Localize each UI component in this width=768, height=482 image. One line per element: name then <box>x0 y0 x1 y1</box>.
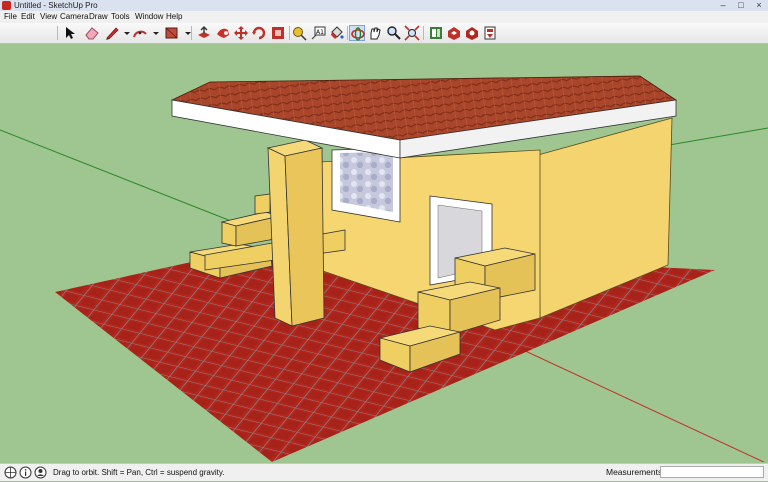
select-tool-icon[interactable] <box>62 25 78 41</box>
maximize-icon[interactable]: □ <box>732 0 750 11</box>
menu-draw[interactable]: Draw <box>89 11 108 23</box>
orbit-tool-icon[interactable] <box>349 25 365 41</box>
pan-tool-icon[interactable] <box>367 25 383 41</box>
credits-info-icon[interactable] <box>19 466 32 479</box>
eraser-tool-icon[interactable] <box>84 25 100 41</box>
dropdown-arrow-icon[interactable] <box>180 25 191 41</box>
pillar-side <box>284 147 325 327</box>
dropdown-arrow-icon[interactable] <box>119 25 130 41</box>
pencil-line-tool-icon[interactable] <box>104 25 120 41</box>
drawing-viewport[interactable] <box>0 44 768 462</box>
zoom-tool-icon[interactable] <box>386 25 402 41</box>
toolbar-separator <box>423 26 424 40</box>
menu-view[interactable]: View <box>40 11 57 23</box>
share-model-icon[interactable] <box>446 25 462 41</box>
status-message: Drag to orbit. Shift = Pan, Ctrl = suspe… <box>53 468 225 477</box>
user-account-icon[interactable] <box>34 466 47 479</box>
rectangle-tool-icon[interactable] <box>164 25 180 41</box>
menu-window[interactable]: Window <box>135 11 163 23</box>
send-to-layout-icon[interactable] <box>482 25 498 41</box>
tape-measure-tool-icon[interactable] <box>292 25 308 41</box>
window-glass <box>340 152 393 212</box>
menu-file[interactable]: File <box>4 11 17 23</box>
offset-tool-icon[interactable] <box>270 25 286 41</box>
status-bar: Drag to orbit. Shift = Pan, Ctrl = suspe… <box>0 463 768 481</box>
paint-bucket-tool-icon[interactable] <box>329 25 345 41</box>
rotate-tool-icon[interactable] <box>251 25 267 41</box>
toolbar-separator <box>191 26 192 40</box>
zoom-extents-tool-icon[interactable] <box>404 25 420 41</box>
menu-help[interactable]: Help <box>166 11 182 23</box>
toolbar-separator <box>347 26 348 40</box>
close-icon[interactable]: × <box>750 0 768 11</box>
svg-text:A1: A1 <box>316 29 324 36</box>
move-tool-icon[interactable] <box>233 25 249 41</box>
text-tool-icon[interactable]: A1 <box>310 25 326 41</box>
minimize-icon[interactable]: – <box>714 0 732 11</box>
sketchup-app-icon[interactable] <box>2 1 11 10</box>
dropdown-arrow-icon[interactable] <box>148 25 159 41</box>
menu-bar: File Edit View Camera Draw Tools Window … <box>0 11 768 23</box>
follow-me-tool-icon[interactable] <box>215 25 231 41</box>
main-toolbar: A1 <box>0 23 768 44</box>
measurements-input[interactable] <box>660 466 764 478</box>
arc-tool-icon[interactable] <box>132 25 148 41</box>
warehouse-icon[interactable] <box>428 25 444 41</box>
menu-camera[interactable]: Camera <box>60 11 88 23</box>
extension-warehouse-icon[interactable] <box>464 25 480 41</box>
menu-tools[interactable]: Tools <box>111 11 130 23</box>
window-title: Untitled - SketchUp Pro <box>14 1 98 10</box>
menu-edit[interactable]: Edit <box>21 11 35 23</box>
push-pull-tool-icon[interactable] <box>196 25 212 41</box>
toolbar-separator <box>57 26 58 40</box>
geo-location-icon[interactable] <box>4 466 17 479</box>
toolbar-separator <box>289 26 290 40</box>
model-scene[interactable] <box>0 44 768 462</box>
measurements-label: Measurements <box>606 467 663 477</box>
